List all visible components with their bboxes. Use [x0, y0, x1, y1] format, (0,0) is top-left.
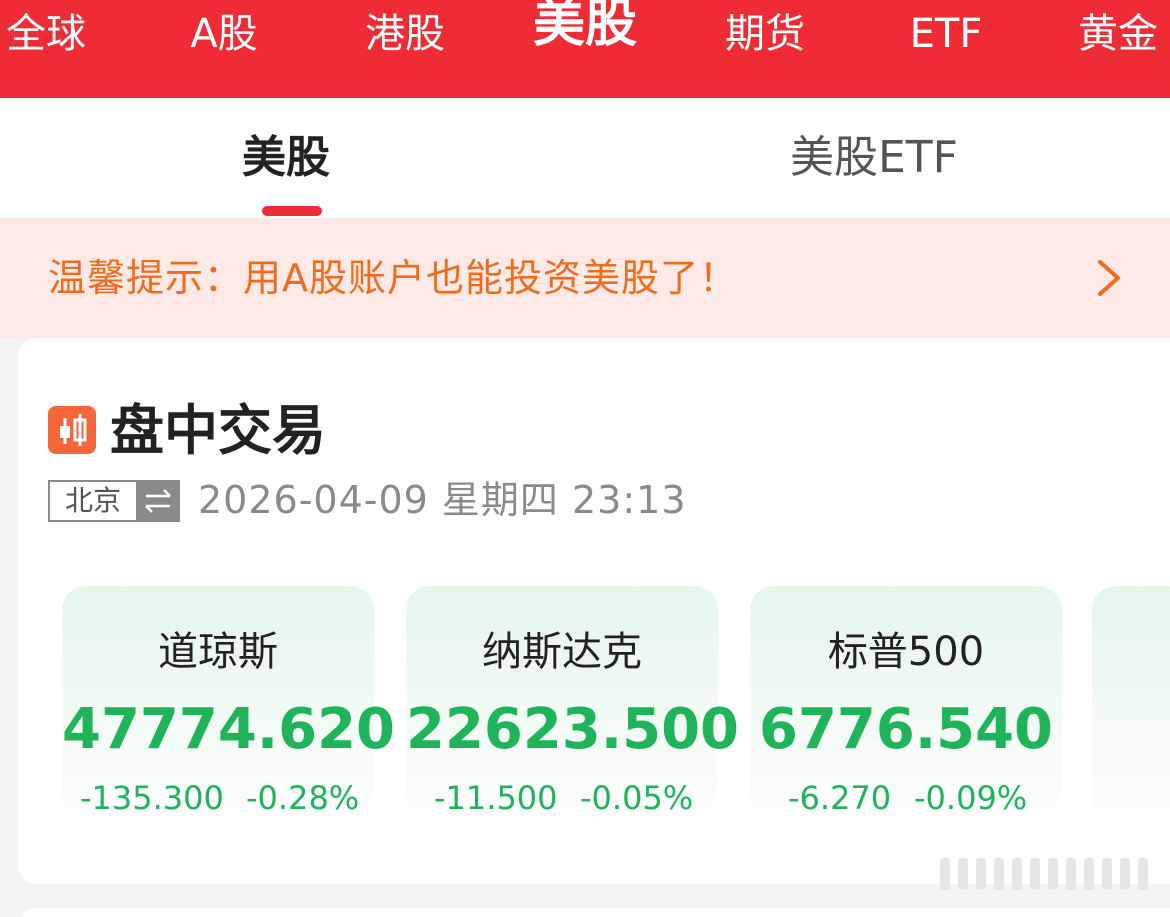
timezone-toggle[interactable]: 北京 [48, 480, 180, 522]
tab-us-stocks-sub[interactable]: 美股 [242, 130, 330, 186]
tab-us-etf[interactable]: 美股ETF [790, 130, 958, 186]
active-tab-indicator [262, 206, 322, 216]
tab-futures[interactable]: 期货 [718, 6, 812, 62]
index-value: 22623.500 [406, 697, 739, 762]
tab-hk-stocks[interactable]: 港股 [358, 6, 452, 62]
index-card-dow-jones[interactable]: 道琼斯 47774.620 -135.300 -0.28% [62, 586, 395, 852]
tab-a-share[interactable]: A股 [178, 6, 270, 62]
watermark [940, 858, 1148, 890]
tab-us-stocks[interactable]: 美股 [526, 0, 644, 52]
index-change: -6.270 [788, 779, 892, 817]
index-card-nasdaq[interactable]: 纳斯达克 22623.500 -11.500 -0.05% [406, 586, 739, 852]
tab-etf[interactable]: ETF [900, 6, 992, 62]
chevron-right-icon [1098, 260, 1120, 296]
tab-gold[interactable]: 黄金 [1078, 6, 1170, 62]
index-card-partial[interactable] [1092, 586, 1170, 852]
index-name: 道琼斯 [158, 629, 278, 675]
index-value: 47774.620 [62, 697, 395, 762]
timezone-label: 北京 [64, 484, 121, 517]
notice-banner[interactable]: 温馨提示：用A股账户也能投资美股了！ [0, 218, 1170, 338]
intraday-trading-card: 盘中交易 北京 2026-04-09 星期四 23:13 道琼斯 47774.6… [18, 338, 1170, 884]
index-value: 6776.540 [758, 697, 1054, 762]
index-name: 标普500 [827, 629, 985, 675]
index-change-pct: -0.28% [246, 779, 360, 817]
next-card-edge [18, 908, 1170, 917]
market-category-bar: 全球 A股 港股 美股 期货 ETF 黄金 [0, 0, 1170, 98]
index-change: -11.500 [434, 779, 558, 817]
index-change: -135.300 [80, 779, 224, 817]
section-title: 盘中交易 [110, 399, 326, 462]
swap-icon [136, 482, 180, 520]
index-change-pct: -0.05% [580, 779, 694, 817]
app-screen: 全球 A股 港股 美股 期货 ETF 黄金 美股 美股ETF 温馨提示：用A股账… [0, 0, 1170, 917]
index-name: 纳斯达克 [482, 629, 642, 675]
sub-tab-bar: 美股 美股ETF [0, 98, 1170, 218]
notice-text: 温馨提示：用A股账户也能投资美股了！ [48, 256, 738, 300]
index-card-sp500[interactable]: 标普500 6776.540 -6.270 -0.09% [750, 586, 1062, 852]
tab-global[interactable]: 全球 [0, 6, 92, 62]
index-change-pct: -0.09% [914, 779, 1028, 817]
candlestick-icon [48, 406, 96, 454]
session-datetime: 2026-04-09 星期四 23:13 [198, 478, 687, 522]
